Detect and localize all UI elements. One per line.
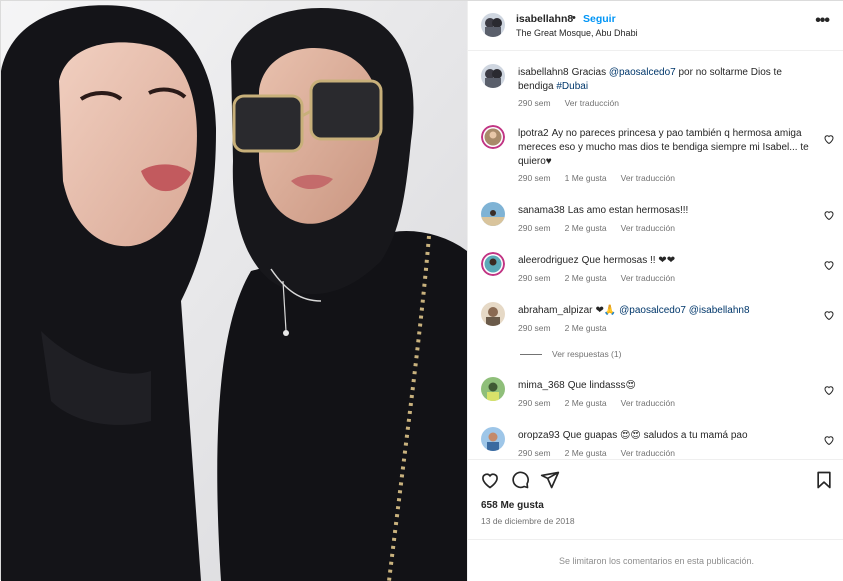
avatar[interactable] — [481, 13, 505, 37]
comment-text: Que hermosas !! ❤❤ — [581, 255, 676, 266]
view-replies-button[interactable]: Ver respuestas (1) — [520, 349, 621, 359]
heart-icon[interactable] — [823, 259, 835, 271]
post-photo[interactable] — [1, 1, 467, 581]
action-bar — [468, 459, 843, 499]
comment-text: Que guapas 😍😍 saludos a tu mamá pao — [562, 430, 748, 441]
translate-link[interactable]: Ver traducción — [621, 398, 675, 408]
avatar[interactable] — [481, 302, 505, 326]
comment-text-wrap: lpotra2 Ay no pareces princesa y pao tamb… — [518, 127, 818, 169]
photo-illustration — [1, 1, 467, 581]
comment-text: ❤🙏 — [595, 305, 620, 316]
comment-meta: 290 sem 2 Me gusta Ver traducción — [518, 398, 689, 408]
translate-link[interactable]: Ver traducción — [621, 448, 675, 458]
bookmark-icon[interactable] — [814, 470, 834, 490]
likes-count[interactable]: 658 Me gusta — [481, 500, 544, 511]
post-author-username[interactable]: isabellahn8 — [516, 13, 573, 25]
comment-text-wrap: aleerodriguez Que hermosas !! ❤❤ — [518, 254, 818, 268]
mention-link[interactable]: @isabellahn8 — [689, 305, 750, 316]
comment-username[interactable]: abraham_alpizar — [518, 305, 593, 316]
comment-likes[interactable]: 1 Me gusta — [565, 173, 607, 183]
share-icon[interactable] — [540, 470, 560, 490]
comments-limited-notice: Se limitaron los comentarios en esta pub… — [468, 539, 843, 581]
comment-username[interactable]: oropza93 — [518, 430, 560, 441]
comment-time: 290 sem — [518, 98, 551, 108]
avatar[interactable] — [481, 125, 505, 149]
comment-meta: 290 sem 2 Me gusta Ver traducción — [518, 223, 689, 233]
comment-time: 290 sem — [518, 223, 551, 233]
comment-meta: 290 sem 2 Me gusta — [518, 323, 621, 333]
comment-text-wrap: oropza93 Que guapas 😍😍 saludos a tu mamá … — [518, 429, 818, 443]
heart-icon[interactable] — [823, 309, 835, 321]
caption-text: isabellahn8 Gracias @paosalcedo7 por no s… — [518, 66, 818, 94]
comment-username[interactable]: sanama38 — [518, 205, 565, 216]
follow-button[interactable]: Seguir — [583, 13, 616, 25]
comment-username[interactable]: mima_368 — [518, 380, 565, 391]
heart-icon[interactable] — [823, 209, 835, 221]
post-dialog: isabellahn8 • Seguir The Great Mosque, A… — [0, 0, 843, 581]
comment-username[interactable]: lpotra2 — [518, 128, 549, 139]
avatar[interactable] — [481, 377, 505, 401]
heart-icon[interactable] — [823, 384, 835, 396]
heart-icon[interactable] — [823, 434, 835, 446]
comment-text-wrap: sanama38 Las amo estan hermosas!!! — [518, 204, 818, 218]
comment-text-wrap: mima_368 Que lindasss😍 — [518, 379, 818, 393]
translate-link[interactable]: Ver traducción — [621, 173, 675, 183]
comment-text: Que lindasss😍 — [567, 380, 636, 391]
separator-dot: • — [572, 12, 576, 24]
post-location[interactable]: The Great Mosque, Abu Dhabi — [516, 28, 638, 38]
comment-meta: 290 sem 1 Me gusta Ver traducción — [518, 173, 689, 183]
comment-text: Las amo estan hermosas!!! — [567, 205, 689, 216]
comment-meta: 290 sem 2 Me gusta Ver traducción — [518, 273, 689, 283]
comment-text-wrap: abraham_alpizar ❤🙏 @paosalcedo7 @isabella… — [518, 304, 818, 318]
comment-likes[interactable]: 2 Me gusta — [565, 323, 607, 333]
post-side-panel: isabellahn8 • Seguir The Great Mosque, A… — [467, 1, 843, 581]
translate-link[interactable]: Ver traducción — [621, 223, 675, 233]
comment-time: 290 sem — [518, 323, 551, 333]
mention-link[interactable]: @paosalcedo7 — [619, 305, 686, 316]
mention-link[interactable]: @paosalcedo7 — [609, 67, 676, 78]
comment-time: 290 sem — [518, 173, 551, 183]
more-options-icon[interactable]: ••• — [815, 13, 830, 29]
avatar[interactable] — [481, 427, 505, 451]
comment-likes[interactable]: 2 Me gusta — [565, 398, 607, 408]
comment-likes[interactable]: 2 Me gusta — [565, 448, 607, 458]
view-replies-label: Ver respuestas (1) — [552, 349, 622, 359]
comments-list[interactable]: isabellahn8 Gracias @paosalcedo7 por no s… — [468, 51, 843, 459]
hashtag-link[interactable]: #Dubai — [556, 81, 588, 92]
replies-divider — [520, 354, 542, 356]
heart-icon[interactable] — [823, 133, 835, 145]
comment-time: 290 sem — [518, 273, 551, 283]
comment-username[interactable]: aleerodriguez — [518, 255, 579, 266]
comment-time: 290 sem — [518, 448, 551, 458]
translate-link[interactable]: Ver traducción — [565, 98, 619, 108]
comment-icon[interactable] — [510, 470, 530, 490]
comment-likes[interactable]: 2 Me gusta — [565, 223, 607, 233]
notice-text: Se limitaron los comentarios en esta pub… — [558, 556, 755, 566]
comment-username[interactable]: isabellahn8 — [518, 67, 569, 78]
heart-icon[interactable] — [480, 470, 500, 490]
avatar[interactable] — [481, 64, 505, 88]
comment-likes[interactable]: 2 Me gusta — [565, 273, 607, 283]
caption-body: Gracias — [571, 67, 609, 78]
comment-meta: 290 sem Ver traducción — [518, 98, 633, 108]
post-header: isabellahn8 • Seguir The Great Mosque, A… — [468, 1, 843, 51]
avatar[interactable] — [481, 202, 505, 226]
comment-time: 290 sem — [518, 398, 551, 408]
avatar[interactable] — [481, 252, 505, 276]
post-date: 13 de diciembre de 2018 — [481, 516, 575, 526]
comment-text: Ay no pareces princesa y pao también q h… — [518, 128, 809, 167]
translate-link[interactable]: Ver traducción — [621, 273, 675, 283]
comment-meta: 290 sem 2 Me gusta Ver traducción — [518, 448, 689, 458]
